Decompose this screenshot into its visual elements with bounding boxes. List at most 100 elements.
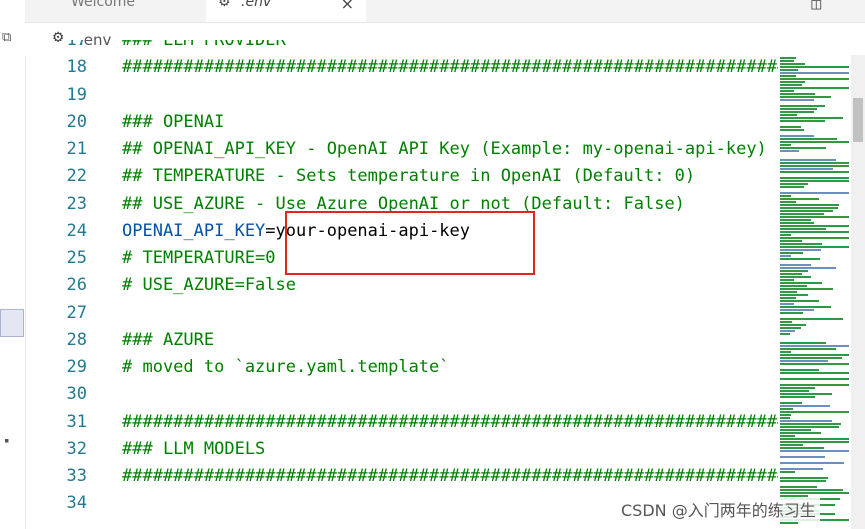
minimap-line <box>780 438 849 440</box>
line-number: 22 <box>66 166 87 187</box>
line-content[interactable]: ## TEMPERATURE - Sets temperature in Ope… <box>122 163 695 190</box>
code-line[interactable]: 26 # USE_AZURE=False <box>25 272 778 299</box>
minimap-line <box>780 309 814 311</box>
minimap-line <box>780 522 798 524</box>
copy-icon[interactable]: ⧉ <box>2 30 11 45</box>
minimap-line <box>780 186 804 188</box>
line-content[interactable]: # moved to `azure.yaml.template` <box>122 354 450 381</box>
minimap-line <box>780 285 807 287</box>
code-line[interactable]: 28 ### AZURE <box>25 327 778 354</box>
minimap-line <box>780 408 793 410</box>
minimap-line <box>780 351 791 353</box>
tab-label: .env <box>241 0 272 10</box>
line-number: 17 <box>66 40 87 50</box>
minimap-line <box>780 75 796 77</box>
minimap-line <box>780 432 821 434</box>
minimap-line <box>780 231 849 233</box>
line-content[interactable]: ## OPENAI_API_KEY - OpenAI API Key (Exam… <box>122 136 767 163</box>
tab-welcome[interactable]: Welcome <box>25 0 205 22</box>
line-content[interactable]: ### LLM PROVIDER <box>122 40 286 54</box>
minimap-line <box>780 243 822 245</box>
minimap-line <box>780 447 824 449</box>
scrollbar-thumb[interactable] <box>853 98 863 142</box>
minimap-line <box>780 420 832 422</box>
line-number: 21 <box>66 139 87 159</box>
minimap-line <box>780 441 849 443</box>
line-content[interactable]: ########################################… <box>122 463 778 490</box>
line-content[interactable]: # TEMPERATURE=0 <box>122 245 276 272</box>
minimap-line <box>780 204 839 206</box>
indicator-icon: ▪ <box>4 436 10 446</box>
equals-sign: = <box>265 220 276 241</box>
line-content[interactable]: OPENAI_API_KEY=your-openai-api-key <box>122 218 470 245</box>
minimap-line <box>780 378 849 380</box>
minimap[interactable] <box>778 55 851 529</box>
minimap-line <box>780 69 798 71</box>
minimap-line <box>780 147 826 149</box>
gear-icon: ⚙ <box>218 0 231 10</box>
minimap-line <box>780 108 817 110</box>
minimap-line <box>780 207 838 209</box>
line-content[interactable]: # USE_AZURE=False <box>122 272 296 299</box>
minimap-line <box>780 135 814 137</box>
code-line[interactable]: 31 ######################################… <box>25 409 778 436</box>
code-line[interactable]: 19 <box>25 82 778 109</box>
minimap-line <box>780 384 849 386</box>
close-icon[interactable]: × <box>341 0 354 12</box>
line-content[interactable]: ### OPENAI <box>122 109 224 136</box>
minimap-line <box>780 486 817 488</box>
code-line[interactable]: 33 ######################################… <box>25 463 778 490</box>
minimap-line <box>780 252 803 254</box>
code-line[interactable]: 32 ### LLM MODELS <box>25 436 778 463</box>
line-content[interactable]: ### LLM MODELS <box>122 436 265 463</box>
code-line[interactable]: 25 # TEMPERATURE=0 <box>25 245 778 272</box>
code-line[interactable]: 21 ## OPENAI_API_KEY - OpenAI API Key (Ex… <box>25 136 778 163</box>
minimap-line <box>780 57 796 59</box>
minimap-line <box>780 165 849 167</box>
minimap-line <box>780 264 811 266</box>
env-value: your-openai-api-key <box>275 220 471 241</box>
minimap-line <box>780 78 849 80</box>
line-content[interactable]: ########################################… <box>122 409 778 436</box>
split-editor-icon[interactable]: ◫ <box>811 0 821 13</box>
minimap-line <box>780 183 808 185</box>
code-line[interactable]: 20 ### OPENAI <box>25 109 778 136</box>
minimap-line <box>780 198 819 200</box>
activity-selection[interactable] <box>0 309 24 337</box>
minimap-line <box>780 87 849 89</box>
minimap-line <box>780 72 849 74</box>
minimap-line <box>780 105 825 107</box>
code-line[interactable]: 23 ## USE_AZURE - Use Azure OpenAI or not… <box>25 191 778 218</box>
tab-env[interactable]: ⚙ .env × <box>206 0 366 22</box>
line-number: 28 <box>66 329 87 350</box>
code-line[interactable]: 18 ######################################… <box>25 54 778 81</box>
minimap-line <box>780 468 823 470</box>
line-number: 24 <box>66 220 87 241</box>
code-line[interactable]: 27 <box>25 300 778 327</box>
minimap-line <box>780 297 796 299</box>
minimap-line <box>780 255 791 257</box>
line-content[interactable]: ### AZURE <box>122 327 214 354</box>
minimap-line <box>780 372 849 374</box>
code-line[interactable]: 22 ## TEMPERATURE - Sets temperature in O… <box>25 163 778 190</box>
minimap-line <box>780 216 849 218</box>
minimap-line <box>780 363 849 365</box>
minimap-line <box>780 120 825 122</box>
line-content[interactable]: ########################################… <box>122 54 778 81</box>
minimap-line <box>780 81 805 83</box>
code-line[interactable]: 24 OPENAI_API_KEY=your-openai-api-key <box>25 218 778 245</box>
minimap-line <box>780 225 849 227</box>
minimap-line <box>780 93 815 95</box>
code-line[interactable]: 17 ### LLM PROVIDER <box>25 40 778 54</box>
code-line[interactable]: 30 <box>25 381 778 408</box>
minimap-line <box>780 111 814 113</box>
minimap-line <box>780 348 836 350</box>
code-line[interactable]: 29 # moved to `azure.yaml.template` <box>25 354 778 381</box>
line-content[interactable]: ## USE_AZURE - Use Azure OpenAI or not (… <box>122 191 685 218</box>
minimap-line <box>780 456 825 458</box>
minimap-line <box>780 333 790 335</box>
code-editor[interactable]: 17 ### LLM PROVIDER 18 ####################… <box>25 40 778 529</box>
minimap-line <box>780 90 794 92</box>
minimap-line <box>780 342 826 344</box>
minimap-line <box>780 303 794 305</box>
